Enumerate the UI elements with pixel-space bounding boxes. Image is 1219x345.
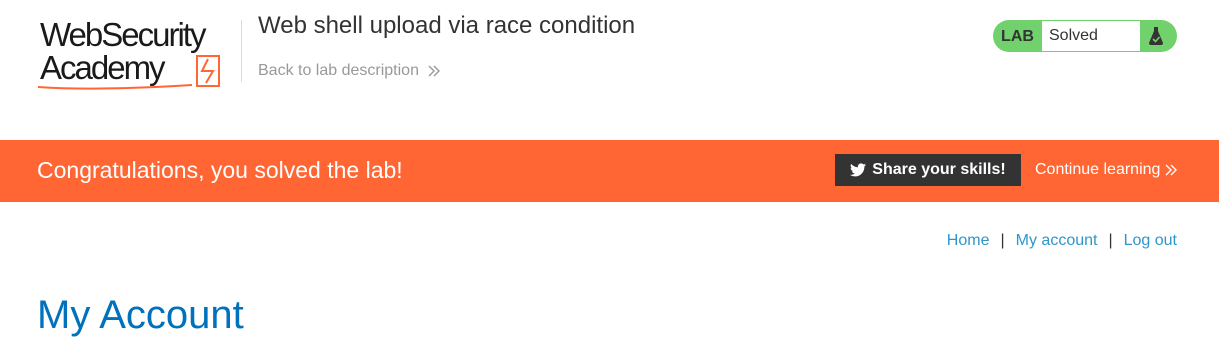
share-skills-label: Share your skills!	[872, 161, 1006, 178]
lab-header: WebSecurity Academy Web shell upload via…	[0, 0, 1219, 140]
lab-title: Web shell upload via race condition	[258, 12, 636, 39]
nav-log-out-link[interactable]: Log out	[1124, 232, 1177, 249]
share-skills-button[interactable]: Share your skills!	[835, 154, 1021, 186]
top-nav-links: Home | My account | Log out	[947, 232, 1177, 250]
flask-check-icon	[1140, 26, 1177, 46]
logo-text-line1: WebSecurity	[40, 18, 207, 53]
lab-status-widget: LAB Solved	[993, 20, 1177, 52]
header-divider	[241, 20, 242, 82]
double-chevron-right-icon	[1164, 163, 1178, 177]
nav-separator: |	[1108, 232, 1113, 249]
continue-learning-link[interactable]: Continue learning	[1035, 161, 1178, 179]
congratulations-message: Congratulations, you solved the lab!	[37, 157, 403, 183]
twitter-icon	[850, 163, 867, 177]
logo-graphic: WebSecurity Academy	[37, 18, 220, 90]
double-chevron-right-icon	[427, 64, 441, 78]
lab-tag: LAB	[1001, 28, 1034, 45]
lab-status-text: Solved	[1042, 21, 1140, 51]
back-to-lab-description-link[interactable]: Back to lab description	[258, 62, 441, 80]
solved-banner: Congratulations, you solved the lab! Sha…	[0, 140, 1219, 202]
nav-separator: |	[1000, 232, 1005, 249]
page-title: My Account	[37, 293, 244, 337]
nav-home-link[interactable]: Home	[947, 232, 990, 249]
back-link-label: Back to lab description	[258, 62, 419, 79]
nav-my-account-link[interactable]: My account	[1016, 232, 1098, 249]
continue-learning-label: Continue learning	[1035, 161, 1161, 178]
web-security-academy-logo[interactable]: WebSecurity Academy	[37, 18, 239, 92]
logo-text-line2: Academy	[40, 49, 166, 86]
